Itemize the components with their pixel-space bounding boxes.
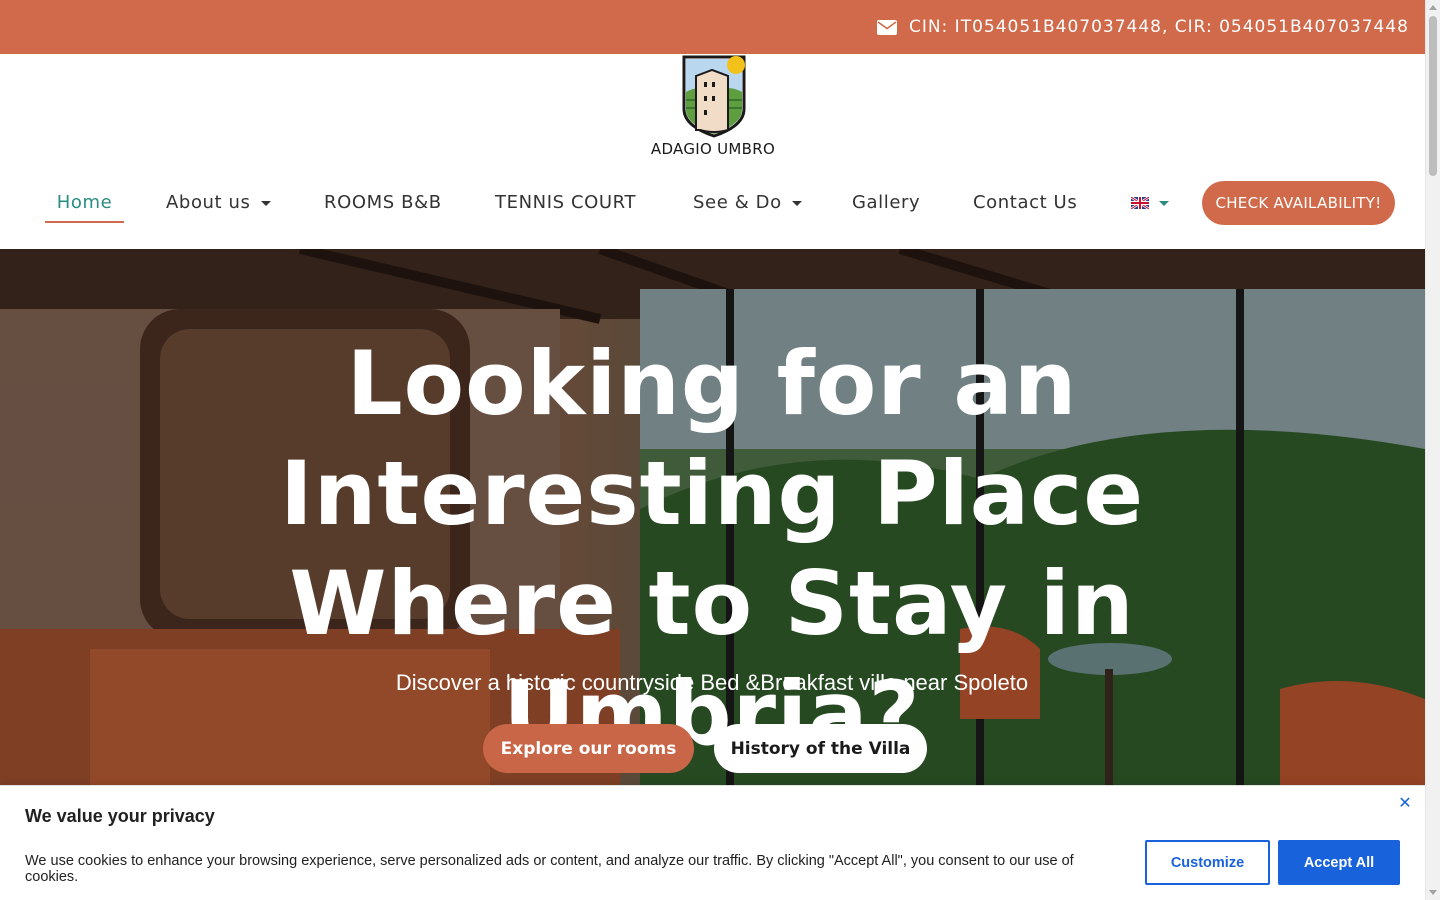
chevron-down-icon <box>791 200 802 206</box>
nav-rooms-label: ROOMS B&B <box>324 192 442 213</box>
nav-gallery[interactable]: Gallery <box>852 181 920 225</box>
cookie-text: We use cookies to enhance your browsing … <box>25 853 1074 885</box>
history-villa-button[interactable]: History of the Villa <box>714 724 927 773</box>
hero-subtitle: Discover a historic countryside Bed &Bre… <box>395 670 1029 695</box>
nav-tennis-court[interactable]: TENNIS COURT <box>495 181 636 225</box>
scroll-down-icon[interactable] <box>1429 890 1437 895</box>
uk-flag-icon <box>1131 197 1149 209</box>
nav-gallery-label: Gallery <box>852 192 921 213</box>
customize-button[interactable]: Customize <box>1145 840 1270 885</box>
site-header: ADAGIO UMBRO Home About us ROOMS B&B TEN… <box>0 54 1425 249</box>
scroll-up-icon[interactable] <box>1429 5 1437 10</box>
cookie-banner: We value your privacy ✕ We use cookies t… <box>0 785 1425 900</box>
nav-contact-us[interactable]: Contact Us <box>973 181 1077 225</box>
close-icon[interactable]: ✕ <box>1397 796 1413 812</box>
logo-text: ADAGIO UMBRO <box>650 140 776 158</box>
top-bar: CIN: IT054051B407037448, CIR: 054051B407… <box>0 0 1425 54</box>
nav-see-and-do[interactable]: See & Do <box>693 181 802 225</box>
main-nav: Home About us ROOMS B&B TENNIS COURT See… <box>0 181 1425 231</box>
nav-home-label: Home <box>56 192 113 213</box>
check-availability-button[interactable]: CHECK AVAILABILITY! <box>1202 181 1395 225</box>
language-selector[interactable] <box>1131 181 1169 225</box>
envelope-icon <box>876 19 897 35</box>
nav-home[interactable]: Home <box>45 181 124 223</box>
tower-crest-icon <box>682 55 746 138</box>
chevron-down-icon <box>260 200 271 206</box>
nav-about-us[interactable]: About us <box>166 181 271 225</box>
registration-code: CIN: IT054051B407037448, CIR: 054051B407… <box>908 17 1409 37</box>
site-logo[interactable]: ADAGIO UMBRO <box>638 54 788 159</box>
nav-see-and-do-label: See & Do <box>693 192 782 213</box>
chevron-down-icon <box>1159 200 1169 206</box>
page-scrollbar[interactable] <box>1425 0 1440 900</box>
explore-rooms-button[interactable]: Explore our rooms <box>483 724 694 773</box>
nav-about-us-label: About us <box>166 192 251 213</box>
nav-contact-us-label: Contact Us <box>973 192 1078 213</box>
nav-rooms[interactable]: ROOMS B&B <box>324 181 442 225</box>
hero-title: Looking for an Interesting Place Where t… <box>280 332 1144 765</box>
cookie-title: We value your privacy <box>25 806 215 826</box>
accept-all-button[interactable]: Accept All <box>1278 840 1400 885</box>
scrollbar-thumb[interactable] <box>1429 16 1437 176</box>
nav-tennis-court-label: TENNIS COURT <box>495 192 637 213</box>
